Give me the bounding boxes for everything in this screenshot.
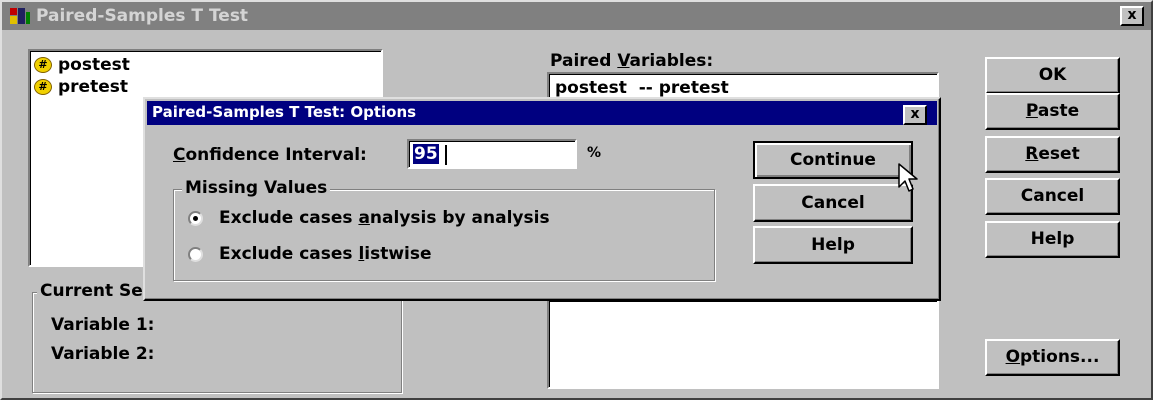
confidence-interval-label: Confidence Interval:	[173, 145, 367, 165]
main-title-bar[interactable]: Paired-Samples T Test x	[2, 2, 1151, 30]
options-help-button[interactable]: Help	[753, 226, 913, 264]
numeric-variable-icon: #	[34, 57, 52, 73]
percent-unit-label: %	[587, 145, 602, 161]
main-title: Paired-Samples T Test	[36, 6, 249, 26]
paired-variables-list-lower[interactable]	[547, 299, 939, 389]
variable1-label: Variable 1:	[51, 315, 155, 335]
radio-unselected-icon	[188, 247, 203, 262]
help-button[interactable]: Help	[985, 221, 1120, 258]
options-title-bar[interactable]: Paired-Samples T Test: Options x	[147, 101, 937, 125]
ok-button[interactable]: OK	[985, 57, 1120, 94]
options-dialog: Paired-Samples T Test: Options x Confide…	[143, 97, 941, 301]
close-icon: x	[910, 106, 920, 122]
paired-variable-row[interactable]: postest -- pretest	[555, 78, 729, 98]
radio-selected-icon	[188, 211, 203, 226]
options-close-button[interactable]: x	[903, 105, 927, 125]
missing-values-title: Missing Values	[182, 178, 331, 198]
missing-values-group: Missing Values Exclude cases analysis by…	[173, 178, 715, 281]
current-selections-group: Current Selections Variable 1: Variable …	[32, 281, 402, 393]
options-button[interactable]: Options...	[985, 339, 1120, 376]
options-title: Paired-Samples T Test: Options	[152, 103, 417, 121]
mouse-pointer-icon	[898, 163, 918, 192]
close-icon: x	[1127, 7, 1137, 23]
options-cancel-button[interactable]: Cancel	[753, 184, 913, 222]
main-close-button[interactable]: x	[1120, 6, 1144, 26]
spss-app-icon	[10, 8, 30, 24]
confidence-interval-input[interactable]: 95	[407, 139, 577, 169]
continue-button[interactable]: Continue	[753, 141, 913, 179]
variable2-label: Variable 2:	[51, 344, 155, 364]
reset-button[interactable]: Reset	[985, 136, 1120, 173]
text-caret	[445, 145, 447, 165]
numeric-variable-icon: #	[34, 79, 52, 95]
paired-variables-label: Paired Variables:	[550, 51, 714, 71]
paste-button[interactable]: Paste	[985, 93, 1120, 130]
cancel-button[interactable]: Cancel	[985, 178, 1120, 215]
confidence-interval-value: 95	[413, 144, 439, 164]
